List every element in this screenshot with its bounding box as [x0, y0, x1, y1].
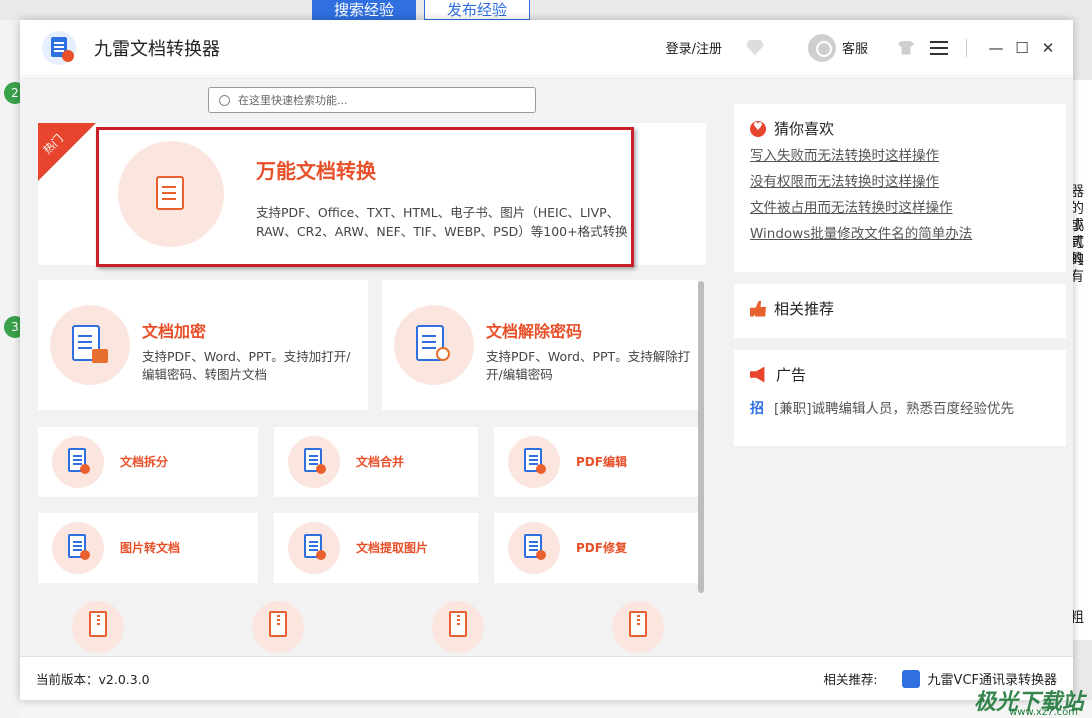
- feature-card-pdf-repair[interactable]: PDF修复: [494, 513, 698, 583]
- titlebar-divider: [966, 38, 967, 57]
- minimize-button[interactable]: —: [985, 37, 1007, 59]
- ad-text: [兼职]诚聘编辑人员，熟悉百度经验优先: [774, 401, 1015, 417]
- side-panel: 猜你喜欢 写入失败而无法转换时这样操作 没有权限而无法转换时这样操作 文件被占用…: [734, 104, 1066, 458]
- search-input[interactable]: [238, 93, 518, 107]
- extract-image-icon: [288, 522, 340, 574]
- feature-title: 文档合并: [356, 455, 405, 469]
- feature-title: 文档解除密码: [486, 322, 583, 341]
- ad-card: 广告 招 [兼职]诚聘编辑人员，熟悉百度经验优先: [734, 350, 1066, 446]
- feature-title: PDF修复: [576, 541, 627, 555]
- feature-card-decrypt[interactable]: 文档解除密码 支持PDF、Word、PPT。支持解除打开/编辑密码: [382, 280, 698, 410]
- maximize-button[interactable]: ☐: [1011, 37, 1033, 59]
- feature-card-merge[interactable]: 文档合并: [274, 427, 478, 497]
- guess-link[interactable]: 没有权限而无法转换时这样操作: [750, 173, 1050, 191]
- lock-doc-icon: [50, 305, 130, 385]
- ad-title: 广告: [776, 366, 807, 384]
- guess-card: 猜你喜欢 写入失败而无法转换时这样操作 没有权限而无法转换时这样操作 文件被占用…: [734, 104, 1066, 272]
- feature-desc: 支持PDF、Word、PPT。支持加打开/编辑密码、转图片文档: [142, 349, 351, 382]
- ad-item[interactable]: 招 [兼职]诚聘编辑人员，熟悉百度经验优先: [750, 397, 1050, 417]
- pdf-repair-icon: [508, 522, 560, 574]
- feature-card-extract-images[interactable]: 文档提取图片: [274, 513, 478, 583]
- feature-title: PDF编辑: [576, 455, 627, 469]
- app-window: 九雷文档转换器 登录/注册 客服 — ☐ ✕ 热门 万能文档转换 支持PDF、O…: [20, 20, 1073, 700]
- bg-right-text: 器: [1070, 184, 1084, 200]
- zip-image-icon[interactable]: [612, 601, 664, 653]
- title-bar: 九雷文档转换器 登录/注册 客服 — ☐ ✕: [20, 20, 1073, 76]
- heart-icon: [750, 120, 766, 137]
- background-tabs: 搜索经验 发布经验: [312, 0, 531, 20]
- main-body: 热门 万能文档转换 支持PDF、Office、TXT、HTML、电子书、图片（H…: [20, 77, 1073, 656]
- feature-title: 文档拆分: [120, 455, 169, 469]
- app-logo-icon: [42, 30, 76, 65]
- bg-tab-publish[interactable]: 发布经验: [424, 0, 531, 20]
- bg-right-text: 具有: [1070, 252, 1084, 285]
- bg-tab-search[interactable]: 搜索经验: [312, 0, 417, 20]
- zip-word-icon[interactable]: [432, 601, 484, 653]
- guess-link[interactable]: Windows批量修改文件名的简单办法: [750, 225, 1050, 243]
- feature-title: 文档提取图片: [356, 541, 429, 555]
- background-left-strip: [0, 20, 20, 718]
- hot-feature-card[interactable]: 热门 万能文档转换 支持PDF、Office、TXT、HTML、电子书、图片（H…: [38, 123, 706, 267]
- close-button[interactable]: ✕: [1037, 37, 1059, 59]
- search-box[interactable]: [208, 87, 536, 113]
- pdf-edit-icon: [508, 436, 560, 488]
- recommend-title: 相关推荐: [774, 300, 835, 318]
- feature-title: 文档加密: [142, 322, 207, 341]
- bg-right-text: 粗: [1070, 610, 1084, 626]
- related-label: 相关推荐:: [823, 672, 878, 687]
- vip-gem-icon[interactable]: [745, 39, 764, 56]
- hot-ribbon: 热门: [38, 123, 96, 181]
- watermark-url: www.xz7.com: [1009, 707, 1078, 718]
- status-footer: 当前版本：v2.0.3.0 相关推荐: 九雷VCF通讯录转换器: [20, 656, 1073, 700]
- customer-service-link[interactable]: 客服: [842, 38, 868, 57]
- feature-card-image-to-doc[interactable]: 图片转文档: [38, 513, 258, 583]
- recruit-icon: 招: [750, 401, 764, 417]
- hot-ribbon-label: 热门: [40, 131, 66, 157]
- feature-card-pdf-edit[interactable]: PDF编辑: [494, 427, 698, 497]
- guess-link[interactable]: 文件被占用而无法转换时这样操作: [750, 199, 1050, 217]
- recommend-card: 相关推荐: [734, 284, 1066, 338]
- thumbs-up-icon: [750, 300, 766, 317]
- more-features-row: [20, 601, 720, 656]
- image-doc-icon: [52, 522, 104, 574]
- login-register-link[interactable]: 登录/注册: [666, 38, 722, 57]
- app-title: 九雷文档转换器: [94, 38, 220, 60]
- customer-service-avatar-icon[interactable]: [807, 33, 836, 62]
- key-doc-icon: [394, 305, 474, 385]
- feature-panel: 热门 万能文档转换 支持PDF、Office、TXT、HTML、电子书、图片（H…: [20, 77, 720, 656]
- version-label: 当前版本：v2.0.3.0: [36, 672, 150, 687]
- split-doc-icon: [52, 436, 104, 488]
- guess-link[interactable]: 写入失败而无法转换时这样操作: [750, 147, 1050, 165]
- guess-title: 猜你喜欢: [774, 120, 835, 138]
- vcf-app-icon[interactable]: [901, 669, 920, 688]
- feature-card-encrypt[interactable]: 文档加密 支持PDF、Word、PPT。支持加打开/编辑密码、转图片文档: [38, 280, 368, 410]
- skin-shirt-icon[interactable]: [898, 40, 914, 55]
- zip-ppt-icon[interactable]: [252, 601, 304, 653]
- menu-icon[interactable]: [930, 40, 948, 55]
- feature-desc: 支持PDF、Word、PPT。支持解除打开/编辑密码: [486, 349, 691, 382]
- zip-pdf-icon[interactable]: [72, 601, 124, 653]
- feature-card-split[interactable]: 文档拆分: [38, 427, 258, 497]
- megaphone-icon: [750, 366, 765, 383]
- feature-title: 图片转文档: [120, 541, 181, 555]
- background-bottom-strip: [20, 700, 1092, 718]
- search-icon: [219, 94, 230, 106]
- merge-doc-icon: [288, 436, 340, 488]
- feature-scrollbar[interactable]: [698, 281, 704, 593]
- highlight-box: [96, 127, 634, 267]
